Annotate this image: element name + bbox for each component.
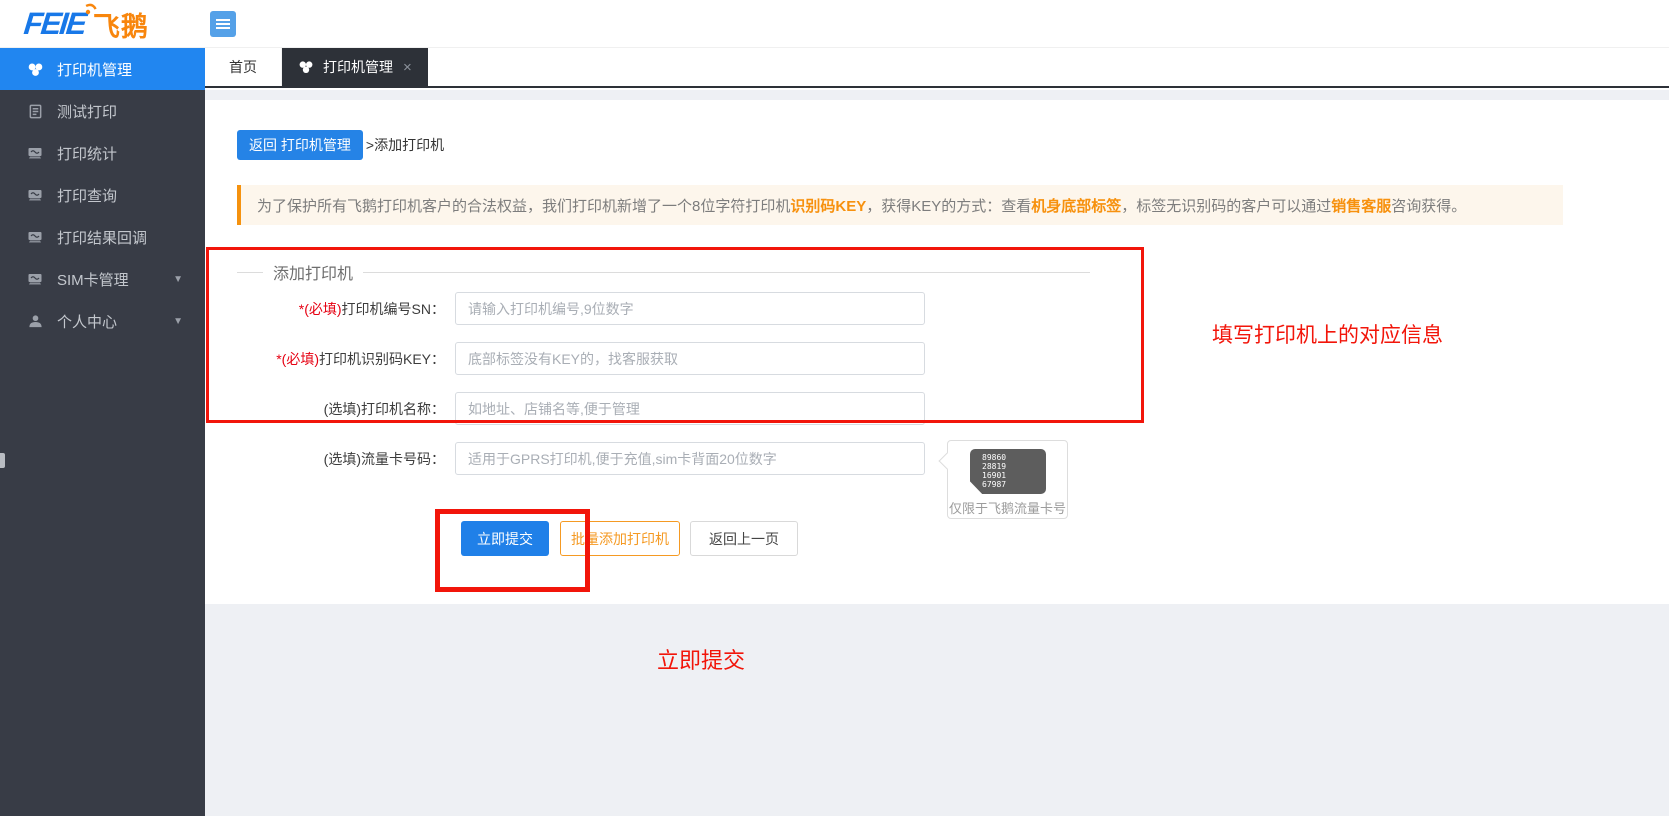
sidebar-item-user-center[interactable]: 个人中心 ▼ bbox=[0, 300, 205, 342]
field-label-sn: *(必填)打印机编号SN： bbox=[205, 299, 450, 319]
sidebar-item-print-query[interactable]: 打印查询 bbox=[0, 174, 205, 216]
sim-number-line: 67987 bbox=[982, 480, 1046, 489]
printer-name-input[interactable] bbox=[455, 392, 925, 425]
chevron-down-icon: ▼ bbox=[173, 316, 183, 327]
tab-label: 首页 bbox=[229, 57, 257, 77]
form-legend-title: 添加打印机 bbox=[263, 260, 363, 284]
field-label-sim: (选填)流量卡号码： bbox=[205, 449, 450, 469]
sim-card-image: 89860 28819 16901 67987 bbox=[970, 449, 1046, 494]
sidebar-item-label: 测试打印 bbox=[57, 101, 117, 122]
printer-cluster-icon bbox=[298, 59, 315, 76]
chevron-down-icon: ▼ bbox=[173, 274, 183, 285]
sim-number-line: 89860 bbox=[982, 453, 1046, 462]
sidebar-item-label: 打印查询 bbox=[57, 185, 117, 206]
logo-text: FEIE bbox=[22, 6, 87, 42]
submit-button[interactable]: 立即提交 bbox=[461, 521, 549, 556]
page: FEIE 飞鹅 打印机管理 bbox=[0, 0, 1669, 816]
notice-text: 咨询获得。 bbox=[1391, 195, 1466, 216]
divider bbox=[363, 272, 1090, 273]
form-row-sn: *(必填)打印机编号SN： bbox=[205, 292, 925, 325]
form-row-sim: (选填)流量卡号码： bbox=[205, 442, 925, 475]
sim-number-line: 28819 bbox=[982, 462, 1046, 471]
tab-printer-manage[interactable]: 打印机管理 × bbox=[282, 48, 428, 86]
printer-icon bbox=[26, 186, 44, 204]
sidebar-item-label: 个人中心 bbox=[57, 311, 117, 332]
sidebar-item-sim-manage[interactable]: SIM卡管理 ▼ bbox=[0, 258, 205, 300]
sidebar-item-print-callback[interactable]: 打印结果回调 bbox=[0, 216, 205, 258]
breadcrumb: >添加打印机 bbox=[366, 135, 444, 155]
printer-icon bbox=[26, 270, 44, 288]
field-label-key: *(必填)打印机识别码KEY： bbox=[205, 349, 450, 369]
sidebar-toggle-button[interactable] bbox=[210, 11, 236, 37]
sidebar-item-label: 打印机管理 bbox=[57, 59, 132, 80]
hamburger-icon bbox=[216, 23, 230, 25]
user-icon bbox=[26, 312, 44, 330]
notice-text: ，标签无识别码的客户可以通过 bbox=[1121, 195, 1331, 216]
tab-label: 打印机管理 bbox=[323, 57, 393, 77]
panel-collapse-handle[interactable] bbox=[0, 453, 5, 468]
notice-highlight-key: 识别码KEY bbox=[790, 195, 866, 216]
top-header: FEIE 飞鹅 bbox=[0, 0, 1669, 48]
document-icon bbox=[26, 102, 44, 120]
form-row-key: *(必填)打印机识别码KEY： bbox=[205, 342, 925, 375]
printer-cluster-icon bbox=[26, 60, 44, 78]
sidebar-item-label: SIM卡管理 bbox=[57, 269, 129, 290]
form-legend: 添加打印机 bbox=[237, 260, 1090, 284]
notice-link-bottom-label[interactable]: 机身底部标签 bbox=[1031, 195, 1121, 216]
sidebar-item-label: 打印统计 bbox=[57, 143, 117, 164]
form-buttons-row: 立即提交 批量添加打印机 返回上一页 bbox=[461, 521, 798, 556]
logo-cn-text: 飞鹅 bbox=[93, 5, 149, 44]
main-panel: 返回 打印机管理 >添加打印机 为了保护所有飞鹅打印机客户的合法权益，我们打印机… bbox=[205, 100, 1669, 604]
content-area: 返回 打印机管理 >添加打印机 为了保护所有飞鹅打印机客户的合法权益，我们打印机… bbox=[205, 90, 1669, 816]
notice-text: ，获得KEY的方式：查看 bbox=[866, 195, 1031, 216]
sidebar-item-print-stats[interactable]: 打印统计 bbox=[0, 132, 205, 174]
notice-text: 为了保护所有飞鹅打印机客户的合法权益，我们打印机新增了一个8位字符打印机 bbox=[257, 195, 790, 216]
divider bbox=[237, 272, 263, 273]
printer-icon bbox=[26, 228, 44, 246]
field-label-name: (选填)打印机名称： bbox=[205, 399, 450, 419]
sim-card-tooltip: 89860 28819 16901 67987 仅限于飞鹅流量卡号 bbox=[947, 440, 1068, 519]
printer-icon bbox=[26, 144, 44, 162]
sidebar-item-label: 打印结果回调 bbox=[57, 227, 147, 248]
back-to-manage-button[interactable]: 返回 打印机管理 bbox=[237, 130, 363, 160]
sidebar-item-test-print[interactable]: 测试打印 bbox=[0, 90, 205, 132]
sim-card-caption: 仅限于飞鹅流量卡号 bbox=[949, 498, 1068, 517]
tab-bar: 首页 打印机管理 × bbox=[205, 48, 1669, 88]
sim-number-line: 16901 bbox=[982, 471, 1046, 480]
close-icon[interactable]: × bbox=[403, 59, 412, 76]
sidebar: 打印机管理 测试打印 打印统计 bbox=[0, 48, 205, 816]
go-back-button[interactable]: 返回上一页 bbox=[690, 521, 798, 556]
sidebar-item-printer-manage[interactable]: 打印机管理 bbox=[0, 48, 205, 90]
wifi-icon bbox=[84, 2, 100, 20]
printer-key-input[interactable] bbox=[455, 342, 925, 375]
form-row-name: (选填)打印机名称： bbox=[205, 392, 925, 425]
batch-add-button[interactable]: 批量添加打印机 bbox=[560, 521, 680, 556]
printer-sn-input[interactable] bbox=[455, 292, 925, 325]
key-notice-banner: 为了保护所有飞鹅打印机客户的合法权益，我们打印机新增了一个8位字符打印机识别码K… bbox=[237, 185, 1563, 225]
feie-logo: FEIE 飞鹅 bbox=[24, 0, 149, 48]
breadcrumb-row: 返回 打印机管理 >添加打印机 bbox=[237, 130, 444, 160]
tab-home[interactable]: 首页 bbox=[205, 48, 282, 86]
sim-number-input[interactable] bbox=[455, 442, 925, 475]
notice-link-sales-service[interactable]: 销售客服 bbox=[1331, 195, 1391, 216]
